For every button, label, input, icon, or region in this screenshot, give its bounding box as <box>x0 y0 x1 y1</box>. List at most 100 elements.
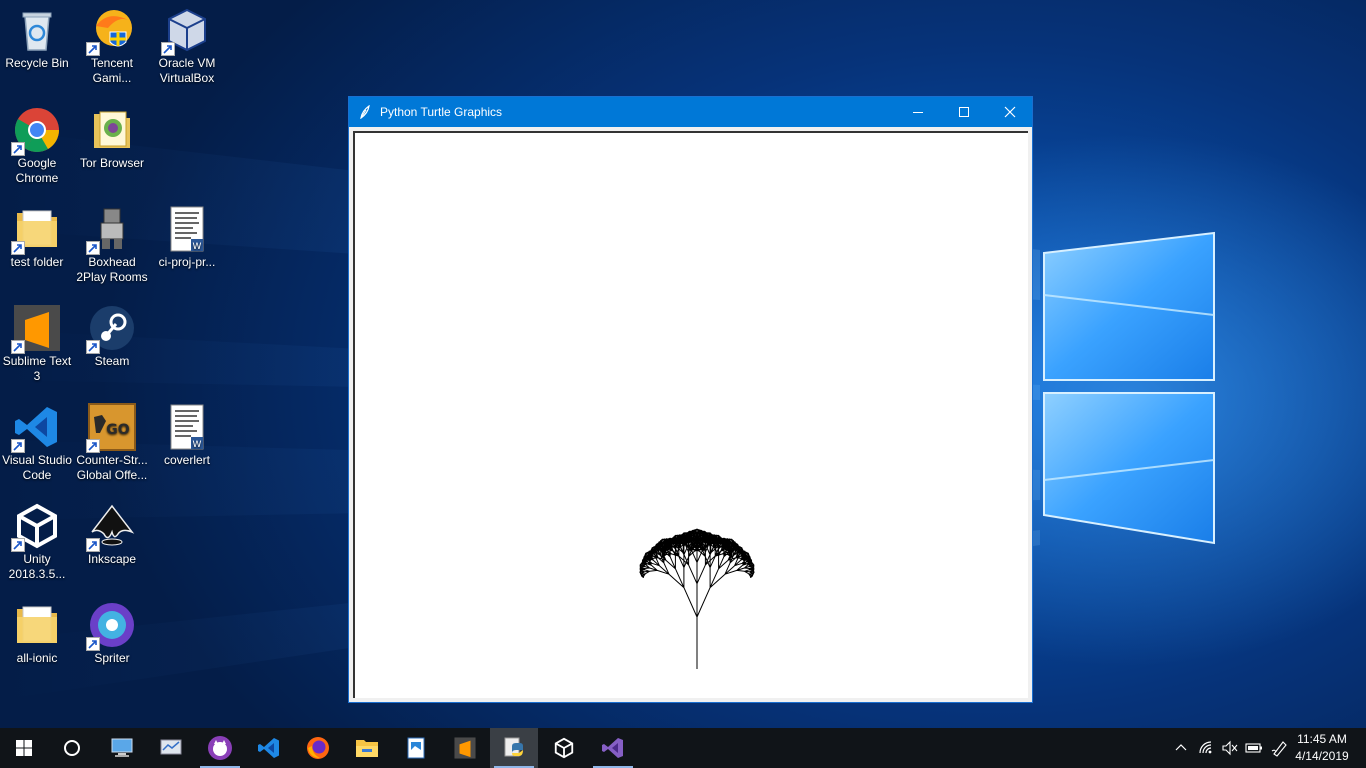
taskbar-network-app[interactable] <box>147 728 195 768</box>
svg-text:W: W <box>193 440 202 450</box>
vscode-icon <box>258 738 279 758</box>
cortana-circle-icon <box>64 740 80 756</box>
volume-muted-icon <box>1222 740 1238 756</box>
shortcut-arrow-icon <box>161 42 175 56</box>
wifi-icon <box>1199 741 1212 754</box>
desktop-icon-unity[interactable]: Unity 2018.3.5... <box>0 502 74 582</box>
photos-icon <box>407 737 425 759</box>
start-button[interactable] <box>0 728 48 768</box>
desktop-icon-recycle-bin[interactable]: Recycle Bin <box>0 6 74 71</box>
taskbar: 11:45 AM 4/14/2019 <box>0 728 1366 768</box>
icon-label: Tencent Gami... <box>90 56 134 85</box>
taskbar-clock[interactable]: 11:45 AM 4/14/2019 <box>1290 731 1354 765</box>
maximize-icon <box>959 107 969 117</box>
shortcut-arrow-icon <box>11 439 25 453</box>
desktop-icon-coverlert[interactable]: W coverlert <box>150 403 224 468</box>
desktop-icon-virtualbox[interactable]: Oracle VM VirtualBox <box>150 6 224 86</box>
windows-logo-wallpaper <box>1043 231 1215 545</box>
clock-time: 11:45 AM <box>1297 732 1347 746</box>
tree-branches <box>639 528 755 669</box>
icon-label: Unity 2018.3.5... <box>8 552 66 581</box>
windows-ink-button[interactable] <box>1268 728 1292 768</box>
desktop-icon-inkscape[interactable]: Inkscape <box>75 502 149 567</box>
close-icon <box>1004 106 1016 118</box>
github-desktop-icon <box>208 736 232 760</box>
desktop-icon-sublime[interactable]: Sublime Text 3 <box>0 304 74 384</box>
desktop-icon-chrome[interactable]: Google Chrome <box>0 106 74 186</box>
shortcut-arrow-icon <box>86 340 100 354</box>
battery-tray-button[interactable] <box>1242 728 1266 768</box>
desktop-icon-tencent[interactable]: Tencent Gami... <box>75 6 149 86</box>
network-screen-icon <box>160 739 182 755</box>
taskbar-github-desktop[interactable] <box>196 728 244 768</box>
feather-icon <box>360 105 370 119</box>
icon-label: coverlert <box>163 453 210 467</box>
word-document-icon: W <box>170 404 204 450</box>
icon-label: Oracle VM VirtualBox <box>158 56 216 85</box>
desktop-icon-vscode[interactable]: Visual Studio Code <box>0 403 74 483</box>
icon-label: Recycle Bin <box>5 56 69 70</box>
word-document-icon: W <box>170 206 204 252</box>
icon-label: Visual Studio Code <box>2 453 72 482</box>
desktop-icon-test-folder[interactable]: test folder <box>0 205 74 270</box>
turtle-canvas[interactable] <box>353 131 1028 698</box>
shortcut-arrow-icon <box>11 241 25 255</box>
desktop-icon-ci-proj[interactable]: W ci-proj-pr... <box>150 205 224 270</box>
shortcut-arrow-icon <box>86 439 100 453</box>
icon-label: Counter-Str... Global Offe... <box>76 453 148 482</box>
tor-browser-icon <box>94 111 130 148</box>
icon-label: Tor Browser <box>79 156 144 170</box>
volume-tray-button[interactable] <box>1218 728 1242 768</box>
pen-icon <box>1271 741 1287 757</box>
desktop-icon-tor-browser[interactable]: Tor Browser <box>75 106 149 171</box>
cortana-search-button[interactable] <box>48 728 96 768</box>
taskbar-firefox[interactable] <box>294 728 342 768</box>
this-pc-icon <box>111 738 133 757</box>
desktop-icon-csgo[interactable]: GO Counter-Str... Global Offe... <box>75 403 149 483</box>
taskbar-this-pc[interactable] <box>98 728 146 768</box>
turtle-graphics-window[interactable]: Python Turtle Graphics <box>348 96 1033 703</box>
icon-label: Steam <box>94 354 130 368</box>
icon-label: ci-proj-pr... <box>158 255 216 269</box>
svg-text:W: W <box>193 242 202 252</box>
firefox-icon <box>307 737 329 759</box>
icon-label: Google Chrome <box>15 156 59 185</box>
icon-label: test folder <box>10 255 64 269</box>
battery-icon <box>1245 743 1262 753</box>
window-titlebar[interactable]: Python Turtle Graphics <box>349 97 1032 127</box>
desktop-icon-all-ionic[interactable]: all-ionic <box>0 601 74 666</box>
recycle-bin-icon <box>22 12 52 51</box>
show-hidden-icons-button[interactable] <box>1170 728 1192 768</box>
desktop-icon-boxhead[interactable]: Boxhead 2Play Rooms <box>75 205 149 285</box>
shortcut-arrow-icon <box>86 637 100 651</box>
taskbar-python[interactable] <box>490 728 538 768</box>
taskbar-sublime-text[interactable] <box>441 728 489 768</box>
shortcut-arrow-icon <box>86 42 100 56</box>
taskbar-visual-studio[interactable] <box>589 728 637 768</box>
maximize-button[interactable] <box>941 97 987 127</box>
desktop-icon-steam[interactable]: Steam <box>75 304 149 369</box>
taskbar-photos[interactable] <box>392 728 440 768</box>
network-tray-button[interactable] <box>1194 728 1218 768</box>
shortcut-arrow-icon <box>86 538 100 552</box>
icon-label: Spriter <box>94 651 130 665</box>
taskbar-file-explorer[interactable] <box>343 728 391 768</box>
taskbar-vscode[interactable] <box>245 728 293 768</box>
sublime-text-icon <box>454 737 476 759</box>
svg-text:GO: GO <box>106 422 129 438</box>
close-button[interactable] <box>987 97 1033 127</box>
python-icon <box>504 737 523 757</box>
minimize-icon <box>913 112 923 113</box>
minimize-button[interactable] <box>895 97 941 127</box>
file-explorer-icon <box>356 740 378 757</box>
clock-date: 4/14/2019 <box>1295 749 1349 763</box>
desktop[interactable]: Recycle Bin Tencent Gami... Oracle VM Vi… <box>0 0 1366 728</box>
visual-studio-icon <box>602 738 623 758</box>
windows-start-icon <box>16 740 32 756</box>
window-title: Python Turtle Graphics <box>380 105 503 119</box>
desktop-icon-spriter[interactable]: Spriter <box>75 601 149 666</box>
taskbar-unity[interactable] <box>540 728 588 768</box>
chevron-up-icon <box>1175 744 1187 751</box>
icon-label: Sublime Text 3 <box>2 354 72 383</box>
shortcut-arrow-icon <box>11 538 25 552</box>
